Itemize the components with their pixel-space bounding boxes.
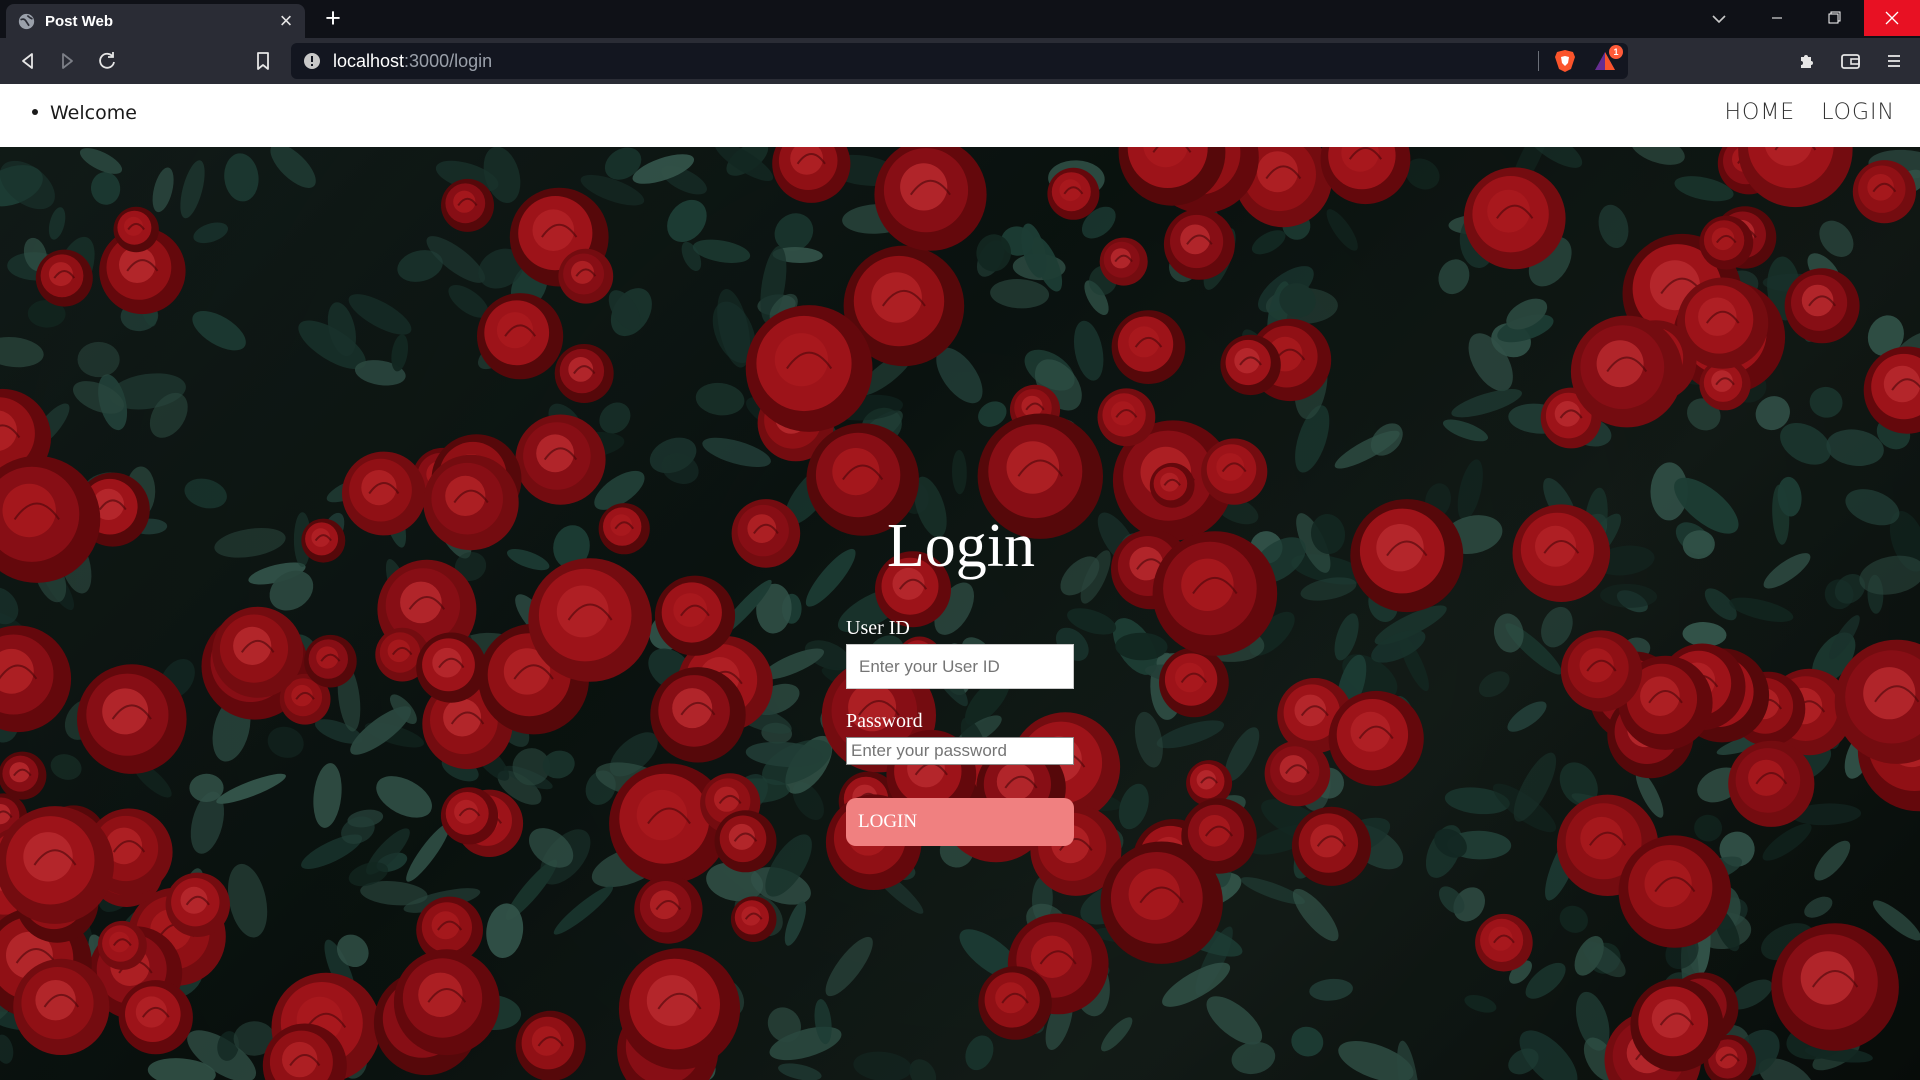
login-button[interactable]: LOGIN [846,798,1074,846]
nav-links: HOME LOGIN [1724,100,1895,125]
wallet-icon[interactable] [1836,47,1864,75]
roses-background-image [0,147,1920,1080]
browser-toolbar: localhost:3000/login 1 [0,38,1920,84]
chevron-down-icon[interactable] [1706,6,1732,32]
browser-titlebar: Post Web × + [0,0,1920,38]
restore-icon[interactable] [1805,0,1863,36]
list-bullet [32,108,38,115]
puzzle-icon[interactable] [1793,47,1821,75]
user-id-input[interactable] [846,644,1074,689]
close-icon[interactable]: × [275,10,297,32]
welcome-list-item: Welcome [32,102,137,124]
nav-login-link[interactable]: LOGIN [1821,100,1895,125]
globe-icon [18,13,35,30]
url-path: :3000/login [404,51,493,71]
brave-shield-icon[interactable] [1554,49,1576,73]
welcome-text: Welcome [50,102,137,124]
user-id-label: User ID [846,617,910,639]
roses-background: Login User ID Password LOGIN [0,147,1920,1080]
web-page: Welcome HOME LOGIN Login User ID Passwor… [0,84,1920,1080]
url-host: localhost [333,51,405,71]
password-input[interactable] [846,737,1074,765]
site-navbar: Welcome HOME LOGIN [0,84,1920,147]
back-icon[interactable] [14,47,42,75]
bookmark-icon[interactable] [249,47,277,75]
url-text[interactable]: localhost:3000/login [333,51,492,72]
login-title: Login [886,512,1036,580]
password-label: Password [846,710,923,732]
reload-icon[interactable] [93,47,121,75]
forward-icon[interactable] [53,47,81,75]
omnibox-separator [1538,51,1539,71]
browser-tab-active[interactable]: Post Web × [6,4,305,38]
address-bar[interactable]: localhost:3000/login 1 [291,43,1628,79]
minimize-icon[interactable] [1748,0,1806,36]
nav-home-link[interactable]: HOME [1724,100,1795,125]
tab-title: Post Web [45,13,114,30]
hamburger-menu-icon[interactable] [1880,47,1908,75]
window-close-icon[interactable] [1864,0,1920,36]
info-icon[interactable] [303,52,321,70]
rewards-badge: 1 [1609,45,1623,59]
plus-icon[interactable]: + [320,5,346,32]
